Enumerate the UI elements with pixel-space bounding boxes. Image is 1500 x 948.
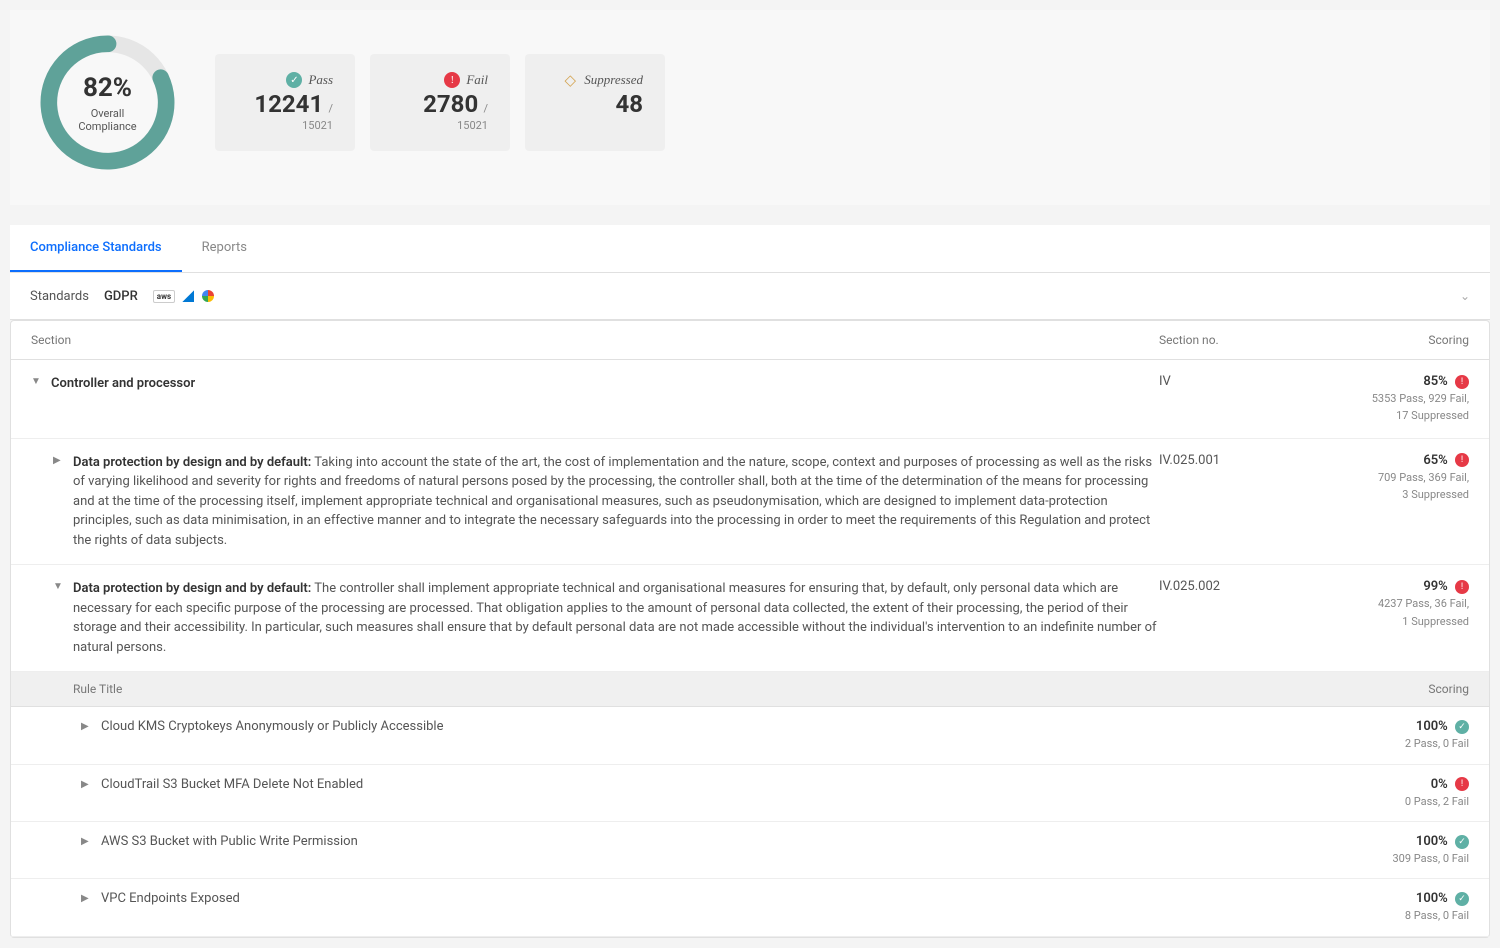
gcp-icon [202,290,214,302]
col-section: Section [31,333,1159,347]
tab-compliance-standards[interactable]: Compliance Standards [10,225,182,272]
alert-icon: ! [1455,777,1469,791]
standards-value: GDPR [104,289,138,304]
rule-row[interactable]: ▶ Cloud KMS Cryptokeys Anonymously or Pub… [11,707,1489,764]
rule-score-pct: 100% [1416,834,1448,849]
rule-row[interactable]: ▶ CloudTrail S3 Bucket MFA Delete Not Ena… [11,765,1489,822]
section-row-main[interactable]: ▼ Controller and processor IV 85% ! 5353… [11,360,1489,439]
azure-icon: ◢ [183,288,194,304]
fail-label: Fail [466,72,488,88]
stat-fail[interactable]: ! Fail 2780 / 15021 [370,54,510,151]
rule-score-detail: 2 Pass, 0 Fail [1309,736,1469,751]
score-detail-2: 3 Suppressed [1309,487,1469,502]
rule-title: VPC Endpoints Exposed [101,891,1309,906]
tabs-bar: Compliance Standards Reports [10,225,1490,273]
score-detail-1: 4237 Pass, 36 Fail, [1309,596,1469,611]
rule-row[interactable]: ▶ VPC Endpoints Exposed 100% ✓ 8 Pass, 0 Fa… [11,879,1489,936]
section-row-sub2[interactable]: ▼ Data protection by design and by defau… [11,565,1489,672]
section-no: IV [1159,374,1309,389]
col-rule-title: Rule Title [73,682,1309,696]
overall-pct: 82% [69,73,147,103]
check-icon: ✓ [1455,892,1469,906]
alert-icon: ! [444,72,460,88]
rule-title: AWS S3 Bucket with Public Write Permissi… [101,834,1309,849]
overall-compliance-donut: 82% Overall Compliance [30,25,185,180]
section-row-sub1[interactable]: ▶ Data protection by design and by defau… [11,439,1489,566]
chevron-down-icon[interactable]: ⌄ [1460,289,1470,303]
caret-down-icon[interactable]: ▼ [31,376,43,387]
score-detail-1: 5353 Pass, 929 Fail, [1309,391,1469,406]
col-scoring: Scoring [1309,333,1469,347]
score-pct: 85% [1423,374,1447,389]
caret-down-icon[interactable]: ▼ [53,581,65,592]
rule-score-pct: 100% [1416,891,1448,906]
section-no: IV.025.002 [1159,579,1309,594]
rule-title: CloudTrail S3 Bucket MFA Delete Not Enab… [101,777,1309,792]
rule-title: Cloud KMS Cryptokeys Anonymously or Publ… [101,719,1309,734]
rule-header: Rule Title Scoring [11,672,1489,707]
standards-label: Standards [30,289,89,304]
caret-right-icon[interactable]: ▶ [81,779,93,790]
caret-right-icon[interactable]: ▶ [81,893,93,904]
section-title: Controller and processor [51,376,195,391]
rule-row[interactable]: ▶ AWS S3 Bucket with Public Write Permiss… [11,822,1489,879]
caret-right-icon[interactable]: ▶ [81,836,93,847]
score-detail-2: 1 Suppressed [1309,614,1469,629]
section-no: IV.025.001 [1159,453,1309,468]
pass-label: Pass [308,72,333,88]
suppressed-icon: ◇ [562,72,578,88]
alert-icon: ! [1455,453,1469,467]
caret-right-icon[interactable]: ▶ [53,455,65,466]
tab-reports[interactable]: Reports [182,225,267,272]
table-header: Section Section no. Scoring [11,321,1489,360]
suppressed-value: 48 [615,90,643,118]
summary-panel: 82% Overall Compliance ✓ Pass 12241 / 15… [10,10,1490,205]
caret-right-icon[interactable]: ▶ [81,721,93,732]
rule-score-detail: 309 Pass, 0 Fail [1309,851,1469,866]
col-rule-scoring: Scoring [1309,682,1469,696]
rule-score-detail: 8 Pass, 0 Fail [1309,908,1469,923]
col-section-no: Section no. [1159,333,1309,347]
check-icon: ✓ [1455,720,1469,734]
rule-score-detail: 0 Pass, 2 Fail [1309,794,1469,809]
score-pct: 99% [1423,579,1447,594]
rule-score-pct: 100% [1416,719,1448,734]
fail-value: 2780 [423,90,478,118]
overall-label: Overall Compliance [69,107,147,133]
standards-selector[interactable]: Standards GDPR aws ◢ ⌄ [10,273,1490,320]
check-icon: ✓ [286,72,302,88]
score-detail-1: 709 Pass, 369 Fail, [1309,470,1469,485]
stat-suppressed[interactable]: ◇ Suppressed 48 [525,54,665,151]
alert-icon: ! [1455,580,1469,594]
suppressed-label: Suppressed [584,72,643,88]
pass-value: 12241 [254,90,323,118]
score-detail-2: 17 Suppressed [1309,408,1469,423]
rule-score-pct: 0% [1431,777,1448,792]
stat-pass[interactable]: ✓ Pass 12241 / 15021 [215,54,355,151]
score-pct: 65% [1423,453,1447,468]
aws-icon: aws [153,290,175,303]
check-icon: ✓ [1455,835,1469,849]
alert-icon: ! [1455,375,1469,389]
